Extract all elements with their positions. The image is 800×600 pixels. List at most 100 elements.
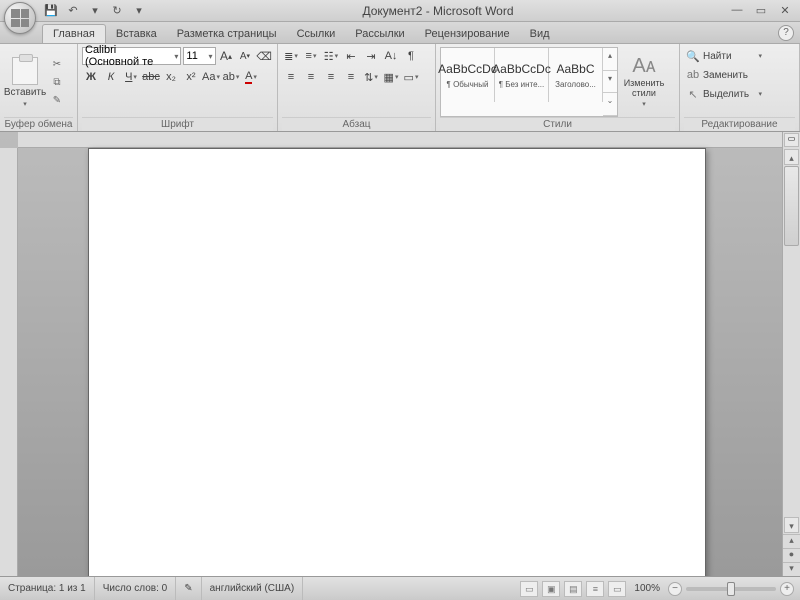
select-button[interactable]: ↖Выделить xyxy=(684,85,764,103)
help-icon[interactable]: ? xyxy=(778,25,794,41)
draft-view-icon[interactable]: ▭ xyxy=(608,581,626,597)
tab-view[interactable]: Вид xyxy=(520,25,560,43)
qat-dropdown-icon[interactable]: ▾ xyxy=(86,3,104,19)
tab-page-layout[interactable]: Разметка страницы xyxy=(167,25,287,43)
qat-customize-icon[interactable]: ▾ xyxy=(130,3,148,19)
style-label: ¶ Обычный xyxy=(443,80,492,89)
sort-icon[interactable]: A↓ xyxy=(382,47,400,65)
change-case-icon[interactable]: Aa xyxy=(202,68,220,86)
grow-font-icon[interactable]: A▴ xyxy=(218,47,235,65)
maximize-button[interactable]: ▭ xyxy=(752,4,770,18)
scroll-track[interactable] xyxy=(783,166,800,516)
font-size-combo[interactable]: 11▾ xyxy=(183,47,215,65)
shrink-font-icon[interactable]: A▾ xyxy=(236,47,253,65)
change-styles-button[interactable]: Aᴀ Изменить стили ▾ xyxy=(620,47,668,117)
horizontal-ruler[interactable] xyxy=(18,132,782,148)
increase-indent-icon[interactable]: ⇥ xyxy=(362,47,380,65)
decrease-indent-icon[interactable]: ⇤ xyxy=(342,47,360,65)
full-screen-view-icon[interactable]: ▣ xyxy=(542,581,560,597)
shading-icon[interactable]: ▦ xyxy=(382,68,400,86)
strikethrough-icon[interactable]: abc xyxy=(142,68,160,86)
gallery-more-icon[interactable]: ⌄ xyxy=(603,93,617,116)
underline-icon[interactable]: Ч xyxy=(122,68,140,86)
style-no-spacing[interactable]: AaBbCcDc¶ Без инте... xyxy=(495,48,549,102)
scroll-thumb[interactable] xyxy=(784,166,799,246)
zoom-level[interactable]: 100% xyxy=(630,583,664,594)
status-spellcheck[interactable]: ✎ xyxy=(176,577,201,600)
borders-icon[interactable]: ▭ xyxy=(402,68,420,86)
cut-icon[interactable]: ✂ xyxy=(48,56,66,72)
format-painter-icon[interactable]: ✎ xyxy=(48,92,66,108)
align-right-icon[interactable]: ≡ xyxy=(322,68,340,86)
justify-icon[interactable]: ≡ xyxy=(342,68,360,86)
zoom-in-button[interactable]: + xyxy=(780,582,794,596)
close-button[interactable]: ✕ xyxy=(776,4,794,18)
zoom-slider[interactable] xyxy=(686,587,776,591)
outline-view-icon[interactable]: ≡ xyxy=(586,581,604,597)
font-name-combo[interactable]: Calibri (Основной те▾ xyxy=(82,47,181,65)
style-label: Заголово... xyxy=(551,80,600,89)
status-word-count[interactable]: Число слов: 0 xyxy=(95,577,176,600)
undo-icon[interactable]: ↶ xyxy=(64,3,82,19)
chevron-down-icon: ▾ xyxy=(642,101,646,109)
office-button[interactable] xyxy=(4,2,36,34)
italic-icon[interactable]: К xyxy=(102,68,120,86)
quick-access-toolbar: 💾 ↶ ▾ ↻ ▾ xyxy=(42,3,148,19)
select-icon: ↖ xyxy=(686,88,700,101)
document-page[interactable] xyxy=(88,148,706,576)
clear-formatting-icon[interactable]: ⌫ xyxy=(255,47,273,65)
font-color-icon[interactable]: A xyxy=(242,68,260,86)
style-sample: AaBbC xyxy=(556,62,594,76)
web-layout-view-icon[interactable]: ▤ xyxy=(564,581,582,597)
next-page-icon[interactable]: ▾ xyxy=(783,562,800,576)
group-styles: AaBbCcDc¶ Обычный AaBbCcDc¶ Без инте... … xyxy=(436,44,680,131)
bullets-icon[interactable]: ≣ xyxy=(282,47,300,65)
zoom-slider-handle[interactable] xyxy=(727,582,735,596)
line-spacing-icon[interactable]: ⇅ xyxy=(362,68,380,86)
window-title: Документ2 - Microsoft Word xyxy=(148,4,728,18)
subscript-icon[interactable]: x₂ xyxy=(162,68,180,86)
show-marks-icon[interactable]: ¶ xyxy=(402,47,420,65)
superscript-icon[interactable]: x² xyxy=(182,68,200,86)
status-page[interactable]: Страница: 1 из 1 xyxy=(0,577,95,600)
group-styles-label: Стили xyxy=(440,117,675,131)
status-language[interactable]: английский (США) xyxy=(202,577,304,600)
chevron-down-icon: ▾ xyxy=(23,100,27,108)
tab-insert[interactable]: Вставка xyxy=(106,25,167,43)
save-icon[interactable]: 💾 xyxy=(42,3,60,19)
redo-icon[interactable]: ↻ xyxy=(108,3,126,19)
multilevel-list-icon[interactable]: ☷ xyxy=(322,47,340,65)
browse-object-icon[interactable]: ● xyxy=(783,548,800,562)
copy-icon[interactable]: ⧉ xyxy=(48,74,66,90)
align-left-icon[interactable]: ≡ xyxy=(282,68,300,86)
zoom-out-button[interactable]: − xyxy=(668,582,682,596)
numbering-icon[interactable]: ≡ xyxy=(302,47,320,65)
tab-mailings[interactable]: Рассылки xyxy=(345,25,414,43)
scroll-down-icon[interactable]: ▾ xyxy=(784,517,799,533)
prev-page-icon[interactable]: ▴ xyxy=(783,534,800,548)
print-layout-view-icon[interactable]: ▭ xyxy=(520,581,538,597)
status-bar: Страница: 1 из 1 Число слов: 0 ✎ английс… xyxy=(0,576,800,600)
spellcheck-icon: ✎ xyxy=(184,583,192,594)
find-button[interactable]: 🔍Найти xyxy=(684,47,764,65)
replace-button[interactable]: abЗаменить xyxy=(684,66,764,84)
tab-references[interactable]: Ссылки xyxy=(287,25,346,43)
ruler-toggle-icon[interactable]: ▭ xyxy=(784,133,799,147)
vertical-ruler[interactable] xyxy=(0,148,18,576)
tab-home[interactable]: Главная xyxy=(42,24,106,43)
gallery-down-icon[interactable]: ▾ xyxy=(603,71,617,94)
style-normal[interactable]: AaBbCcDc ¶ Обычный xyxy=(441,48,495,102)
style-heading1[interactable]: AaBbC Заголово... xyxy=(549,48,603,102)
bold-icon[interactable]: Ж xyxy=(82,68,100,86)
group-clipboard: Вставить ▾ ✂ ⧉ ✎ Буфер обмена xyxy=(0,44,78,131)
minimize-button[interactable]: ― xyxy=(728,4,746,18)
scroll-up-icon[interactable]: ▴ xyxy=(784,149,799,165)
gallery-up-icon[interactable]: ▴ xyxy=(603,48,617,71)
align-center-icon[interactable]: ≡ xyxy=(302,68,320,86)
vertical-scrollbar: ▭ ▴ ▾ ▴ ● ▾ xyxy=(782,132,800,576)
style-sample: AaBbCcDc xyxy=(438,62,497,76)
tab-review[interactable]: Рецензирование xyxy=(415,25,520,43)
highlight-color-icon[interactable]: ab xyxy=(222,68,240,86)
group-editing-label: Редактирование xyxy=(684,117,795,131)
paste-button[interactable]: Вставить ▾ xyxy=(4,47,46,117)
